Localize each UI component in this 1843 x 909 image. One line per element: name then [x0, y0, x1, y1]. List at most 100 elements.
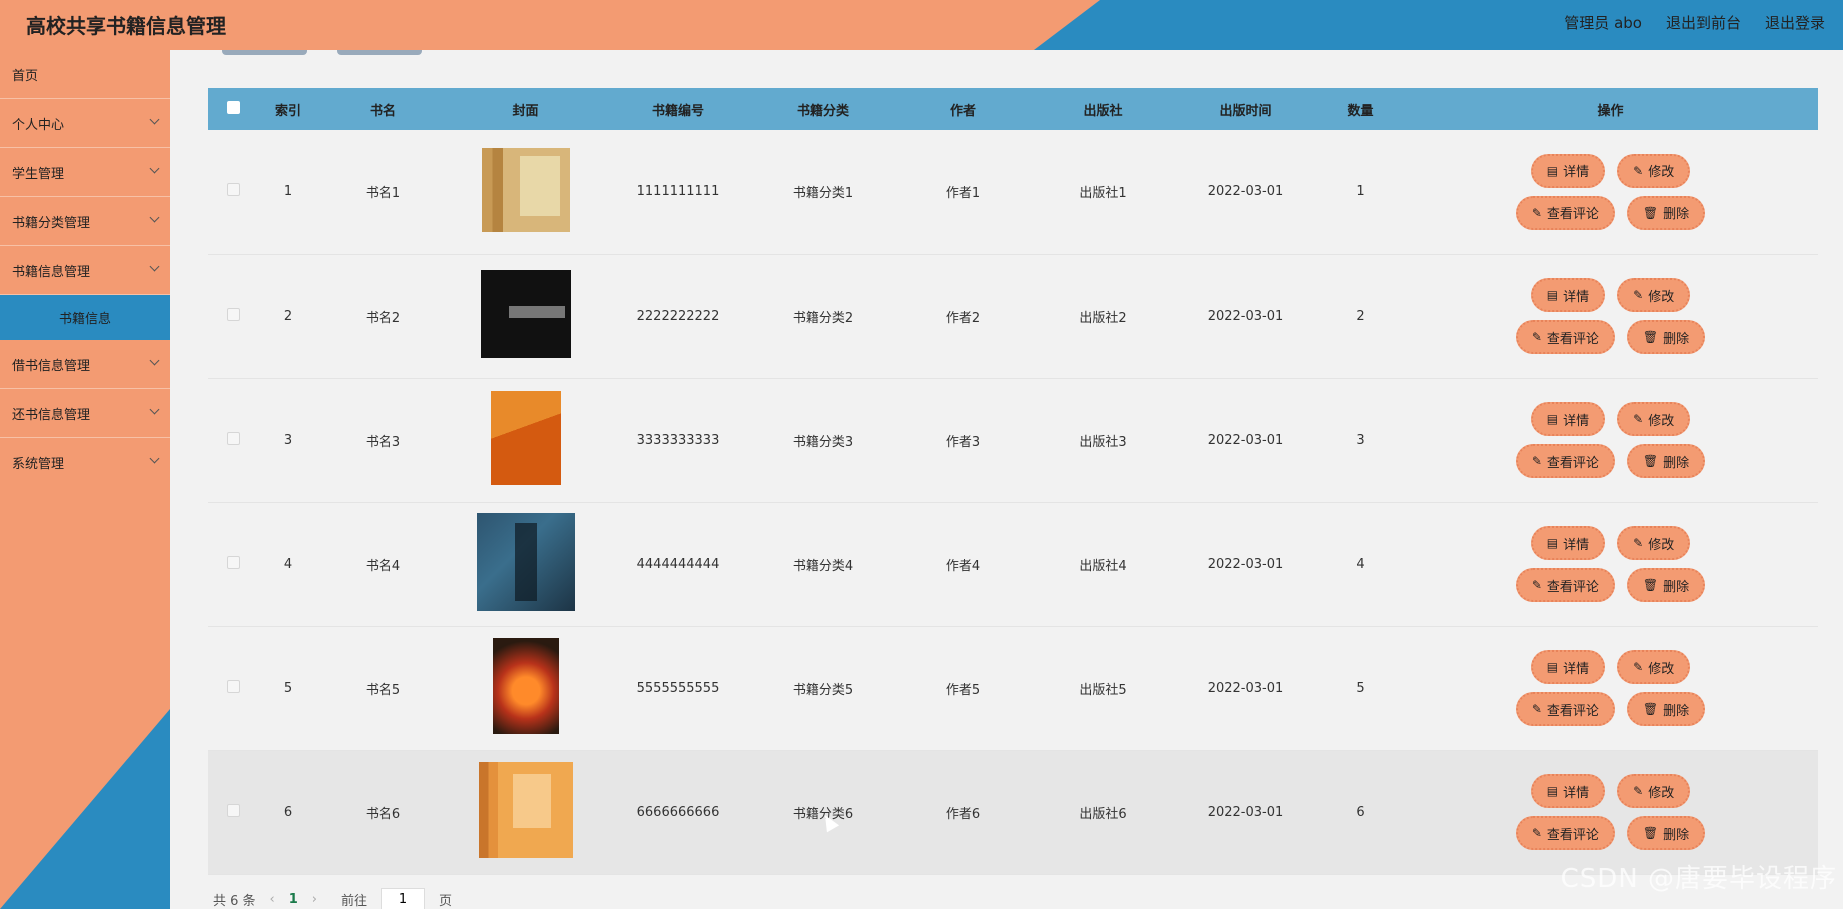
cell-quantity: 6	[1356, 804, 1365, 820]
logout-link[interactable]: 退出登录	[1765, 12, 1825, 33]
exit-to-frontend-link[interactable]: 退出到前台	[1666, 12, 1741, 33]
sidebar-decoration	[0, 709, 170, 909]
row-checkbox[interactable]	[226, 679, 240, 693]
pagination: 共 6 条 ‹ 1 › 前往 页	[213, 888, 452, 909]
top-header: 高校共享书籍信息管理 管理员 abo 退出到前台 退出登录	[0, 0, 1843, 50]
next-page-icon[interactable]: ›	[312, 892, 317, 907]
row-checkbox[interactable]	[226, 555, 240, 569]
prev-page-icon[interactable]: ‹	[270, 892, 275, 907]
cell-quantity: 4	[1356, 556, 1365, 572]
edit-button[interactable]: ✎ 修改	[1617, 526, 1691, 560]
row-checkbox[interactable]	[226, 431, 240, 445]
view-comments-button[interactable]: ✎ 查看评论	[1515, 320, 1615, 354]
sidebar-item-return-management[interactable]: 还书信息管理	[0, 389, 170, 438]
sidebar-item-label: 书籍信息管理	[12, 264, 91, 280]
sidebar-subitem-book-info[interactable]: 书籍信息	[0, 295, 170, 340]
cell-date: 2022-03-01	[1207, 556, 1284, 572]
sidebar-item-book-management[interactable]: 书籍信息管理	[0, 246, 170, 295]
cell-code: 5555555555	[636, 680, 720, 696]
cell-quantity: 1	[1356, 184, 1365, 200]
sidebar-item-label: 还书信息管理	[12, 407, 91, 423]
cell-publisher: 出版社2	[1079, 310, 1127, 326]
sidebar-item-system-management[interactable]: 系统管理	[0, 438, 170, 487]
edit-button[interactable]: ✎ 修改	[1617, 650, 1691, 684]
detail-button[interactable]: ▤ 详情	[1530, 774, 1606, 808]
document-icon: ▤	[1546, 163, 1559, 178]
delete-button[interactable]: 🗑 删除	[1626, 692, 1706, 726]
cell-name: 书名1	[365, 186, 401, 202]
cell-date: 2022-03-01	[1207, 680, 1284, 696]
cell-category: 书籍分类2	[792, 310, 854, 326]
delete-button[interactable]: 🗑 删除	[1626, 816, 1706, 850]
current-user[interactable]: 管理员 abo	[1564, 12, 1642, 33]
sidebar-item-label: 借书信息管理	[12, 358, 91, 374]
pencil-icon: ✎	[1633, 288, 1644, 302]
page-number-current[interactable]: 1	[289, 892, 298, 907]
row-checkbox[interactable]	[226, 183, 240, 197]
document-icon: ▤	[1546, 288, 1559, 302]
trash-icon: 🗑	[1642, 330, 1659, 344]
goto-label: 前往	[341, 893, 368, 909]
row-checkbox[interactable]	[226, 803, 240, 817]
sidebar-item-category-management[interactable]: 书籍分类管理	[0, 197, 170, 246]
select-all-checkbox[interactable]	[226, 100, 240, 114]
pencil-icon: ✎	[1633, 163, 1644, 178]
sidebar-item-label: 个人中心	[12, 117, 65, 133]
pencil-icon: ✎	[1633, 536, 1644, 550]
delete-button[interactable]: 🗑 删除	[1626, 444, 1706, 478]
book-cover-image[interactable]	[476, 513, 575, 611]
sidebar-item-home[interactable]: 首页	[0, 50, 170, 99]
detail-button[interactable]: ▤ 详情	[1530, 402, 1606, 436]
detail-button[interactable]: ▤ 详情	[1530, 278, 1606, 312]
delete-button[interactable]: 🗑 删除	[1626, 195, 1706, 230]
toolbar-button-edge[interactable]	[337, 50, 422, 55]
book-cover-image[interactable]	[480, 270, 571, 358]
book-cover-image[interactable]	[481, 147, 570, 232]
table-row: 1 书名1 1111111111 书籍分类1 作者1 出版社1 2022-03-…	[208, 130, 1818, 254]
document-icon: ▤	[1546, 536, 1559, 550]
view-comments-button[interactable]: ✎ 查看评论	[1515, 816, 1615, 850]
document-icon: ▤	[1546, 660, 1559, 674]
detail-button[interactable]: ▤ 详情	[1530, 650, 1606, 684]
detail-button[interactable]: ▤ 详情	[1530, 153, 1606, 188]
edit-button[interactable]: ✎ 修改	[1617, 774, 1691, 808]
book-cover-image[interactable]	[492, 638, 559, 734]
book-cover-image[interactable]	[478, 762, 573, 858]
sidebar-item-student-management[interactable]: 学生管理	[0, 148, 170, 197]
sidebar-item-label: 学生管理	[12, 166, 65, 182]
cell-name: 书名4	[365, 558, 401, 574]
view-comments-button[interactable]: ✎ 查看评论	[1515, 568, 1615, 602]
edit-button[interactable]: ✎ 修改	[1617, 153, 1691, 188]
cell-publisher: 出版社5	[1079, 682, 1127, 698]
view-comments-button[interactable]: ✎ 查看评论	[1515, 692, 1615, 726]
col-code: 书籍编号	[651, 103, 704, 119]
cell-author: 作者2	[945, 310, 981, 326]
row-checkbox[interactable]	[226, 307, 240, 321]
toolbar-remnants	[222, 50, 422, 55]
edit-button[interactable]: ✎ 修改	[1617, 278, 1691, 312]
cell-code: 2222222222	[636, 308, 720, 324]
select-all-cell[interactable]	[208, 88, 258, 130]
edit-button[interactable]: ✎ 修改	[1617, 402, 1691, 436]
book-cover-image[interactable]	[490, 391, 561, 485]
toolbar-button-edge[interactable]	[222, 50, 307, 55]
trash-icon: 🗑	[1642, 702, 1659, 716]
delete-button[interactable]: 🗑 删除	[1626, 320, 1706, 354]
cell-publisher: 出版社3	[1079, 434, 1127, 450]
cell-quantity: 3	[1356, 432, 1365, 448]
cell-name: 书名5	[365, 682, 401, 698]
pencil-icon: ✎	[1531, 454, 1542, 468]
cell-author: 作者5	[945, 682, 981, 698]
cell-index: 4	[283, 556, 293, 572]
page-jump-input[interactable]	[381, 888, 426, 909]
detail-button[interactable]: ▤ 详情	[1530, 526, 1606, 560]
view-comments-button[interactable]: ✎ 查看评论	[1515, 195, 1615, 230]
sidebar-item-personal-center[interactable]: 个人中心	[0, 99, 170, 148]
sidebar-item-borrow-management[interactable]: 借书信息管理	[0, 340, 170, 389]
cell-author: 作者4	[945, 558, 981, 574]
view-comments-button[interactable]: ✎ 查看评论	[1515, 444, 1615, 478]
pencil-icon: ✎	[1531, 205, 1542, 220]
cell-publisher: 出版社6	[1079, 806, 1127, 822]
cell-name: 书名3	[365, 434, 401, 450]
delete-button[interactable]: 🗑 删除	[1626, 568, 1706, 602]
